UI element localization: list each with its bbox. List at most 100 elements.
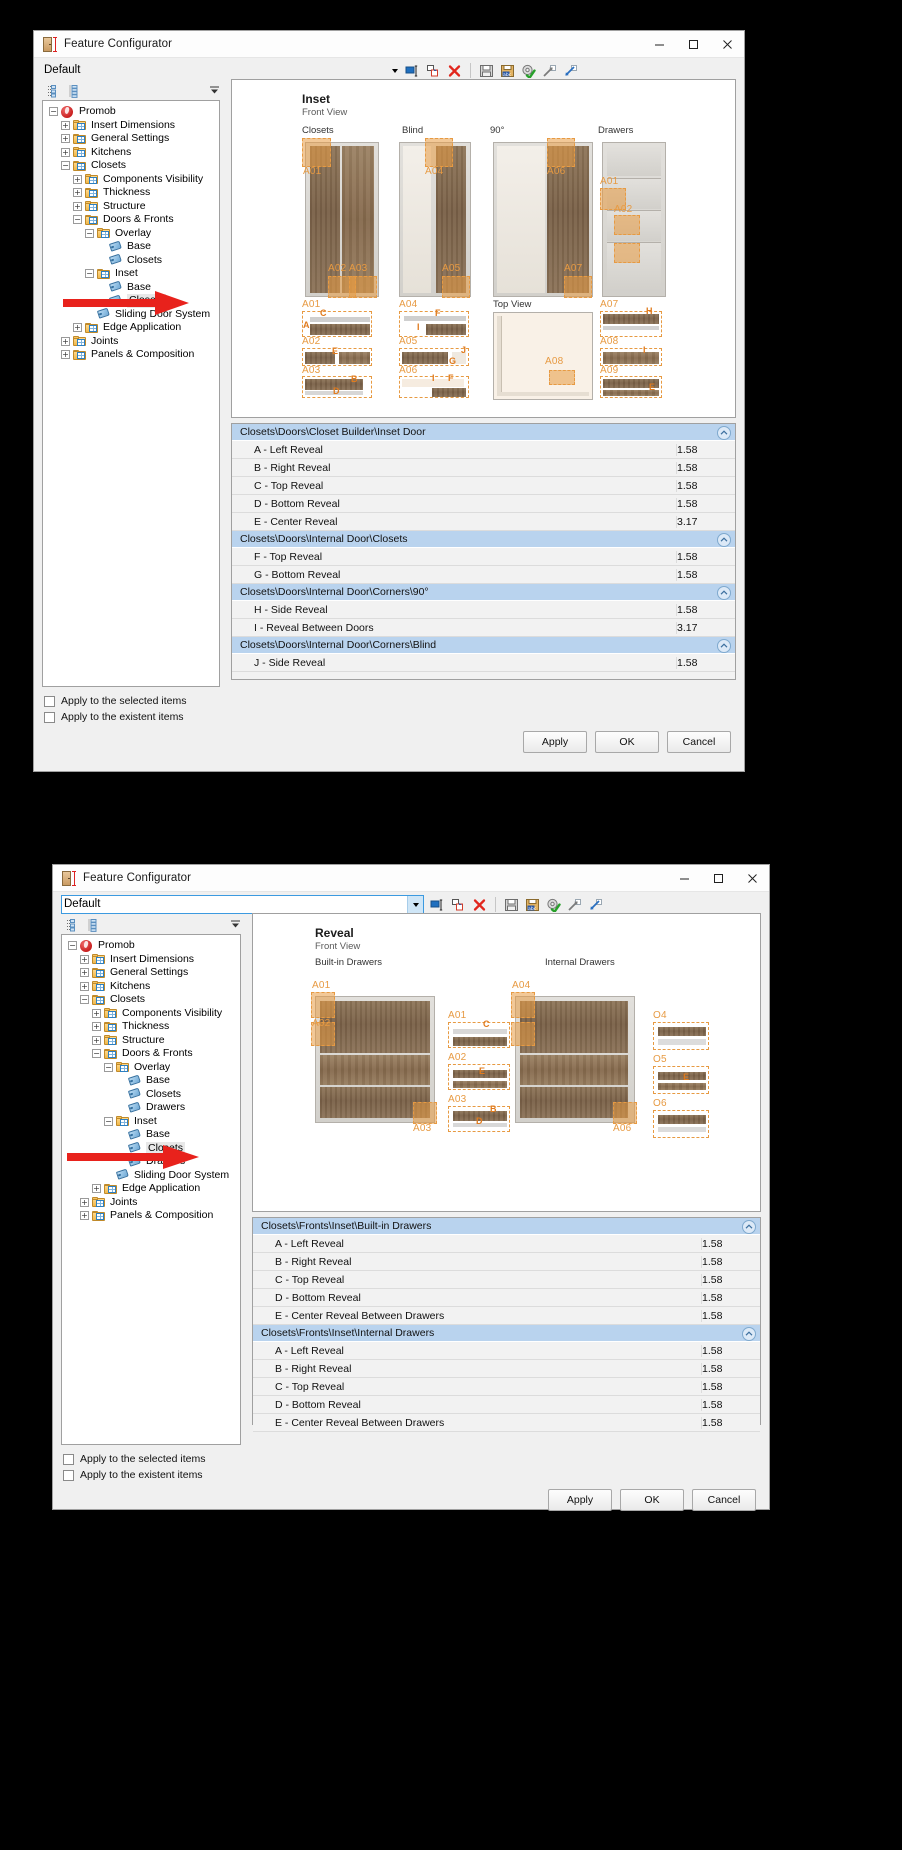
tree-expander[interactable]: + bbox=[61, 120, 70, 130]
chevron-up-icon[interactable] bbox=[742, 1220, 756, 1234]
tree-item-inset[interactable]: − Inset bbox=[43, 267, 219, 281]
property-row[interactable]: H - Side Reveal 1.58 bbox=[232, 601, 735, 619]
property-value[interactable]: 1.58 bbox=[676, 550, 735, 563]
property-value[interactable]: 1.58 bbox=[701, 1380, 760, 1393]
tree-expander[interactable]: + bbox=[92, 1008, 101, 1018]
tree-expander[interactable]: − bbox=[85, 269, 94, 279]
property-group-header[interactable]: Closets\Doors\Internal Door\Corners\90° bbox=[232, 584, 735, 601]
tree-item-kitchens[interactable]: + Kitchens bbox=[43, 146, 219, 160]
cancel-button[interactable]: Cancel bbox=[692, 1489, 756, 1511]
tree-item-joints[interactable]: + Joints bbox=[62, 1196, 240, 1210]
chevron-down-icon[interactable] bbox=[387, 62, 402, 79]
tree-item-promob[interactable]: − Promob bbox=[43, 105, 219, 119]
validate-icon[interactable] bbox=[519, 61, 538, 80]
apply-selected-row[interactable]: Apply to the selected items bbox=[44, 693, 734, 709]
property-value[interactable]: 1.58 bbox=[676, 656, 735, 669]
property-value[interactable]: 3.17 bbox=[676, 621, 735, 634]
maximize-button[interactable] bbox=[701, 865, 735, 891]
property-row[interactable]: A - Left Reveal 1.58 bbox=[232, 441, 735, 459]
save-icon[interactable] bbox=[502, 895, 521, 914]
export-icon[interactable] bbox=[540, 61, 559, 80]
tree-item-base[interactable]: Base bbox=[62, 1128, 240, 1142]
property-value[interactable]: 1.58 bbox=[676, 568, 735, 581]
tree-item-components-visibility[interactable]: + Components Visibility bbox=[43, 173, 219, 187]
collapse-all-icon[interactable] bbox=[66, 919, 79, 932]
property-value[interactable]: 1.58 bbox=[701, 1255, 760, 1268]
save-as-icon[interactable]: abc bbox=[498, 61, 517, 80]
save-as-icon[interactable]: abc bbox=[523, 895, 542, 914]
property-row[interactable]: F - Top Reveal 1.58 bbox=[232, 548, 735, 566]
expand-all-icon[interactable] bbox=[87, 919, 100, 932]
tree-item-doors-fronts[interactable]: − Doors & Fronts bbox=[62, 1047, 240, 1061]
tree-expander[interactable]: − bbox=[49, 107, 58, 117]
tree-expander[interactable]: + bbox=[92, 1035, 101, 1045]
property-row[interactable]: B - Right Reveal 1.58 bbox=[253, 1253, 760, 1271]
property-row[interactable]: A - Left Reveal 1.58 bbox=[253, 1235, 760, 1253]
tree-item-panels-composition[interactable]: + Panels & Composition bbox=[43, 348, 219, 362]
tree-item-inset[interactable]: − Inset bbox=[62, 1115, 240, 1129]
tree-expander[interactable]: − bbox=[61, 161, 70, 171]
property-value[interactable]: 3.17 bbox=[676, 515, 735, 528]
tree-expander[interactable]: − bbox=[104, 1116, 113, 1126]
close-button[interactable] bbox=[710, 31, 744, 57]
apply-existent-row[interactable]: Apply to the existent items bbox=[44, 709, 734, 725]
tree-toolbar[interactable] bbox=[42, 83, 223, 100]
property-value[interactable]: 1.58 bbox=[676, 461, 735, 474]
tree-item-base[interactable]: Base bbox=[43, 240, 219, 254]
chevron-up-icon[interactable] bbox=[717, 639, 731, 653]
apply-selected-checkbox[interactable] bbox=[44, 695, 55, 707]
property-row[interactable]: D - Bottom Reveal 1.58 bbox=[253, 1289, 760, 1307]
tree-item-closets[interactable]: Closets bbox=[43, 254, 219, 268]
tree-expander[interactable]: + bbox=[73, 188, 82, 198]
tree-item-promob[interactable]: − Promob bbox=[62, 939, 240, 953]
tree-item-thickness[interactable]: + Thickness bbox=[43, 186, 219, 200]
apply-selected-checkbox[interactable] bbox=[63, 1453, 74, 1465]
configuration-tree[interactable]: − Promob + Insert Dimensions + General Settin… bbox=[61, 934, 241, 1445]
tree-item-base[interactable]: Base bbox=[62, 1074, 240, 1088]
property-value[interactable]: 1.58 bbox=[701, 1344, 760, 1357]
tree-item-closets[interactable]: − Closets bbox=[43, 159, 219, 173]
property-value[interactable]: 1.58 bbox=[676, 603, 735, 616]
tree-toolbar[interactable] bbox=[61, 917, 244, 934]
tree-expander[interactable]: + bbox=[73, 323, 82, 333]
maximize-button[interactable] bbox=[676, 31, 710, 57]
ok-button[interactable]: OK bbox=[595, 731, 659, 753]
tree-expander[interactable]: + bbox=[61, 336, 70, 346]
property-row[interactable]: G - Bottom Reveal 1.58 bbox=[232, 566, 735, 584]
duplicate-icon[interactable] bbox=[449, 895, 468, 914]
profile-combobox[interactable]: Default bbox=[61, 895, 424, 914]
tree-item-closets[interactable]: Closets bbox=[43, 294, 219, 308]
delete-icon[interactable] bbox=[470, 895, 489, 914]
tree-expander[interactable]: + bbox=[73, 201, 82, 211]
tree-item-structure[interactable]: + Structure bbox=[62, 1034, 240, 1048]
apply-button[interactable]: Apply bbox=[523, 731, 587, 753]
tree-item-sliding-door-system[interactable]: Sliding Door System bbox=[43, 308, 219, 322]
tree-item-edge-application[interactable]: + Edge Application bbox=[62, 1182, 240, 1196]
property-row[interactable]: E - Center Reveal Between Drawers 1.58 bbox=[253, 1414, 760, 1432]
apply-existent-row[interactable]: Apply to the existent items bbox=[63, 1467, 759, 1483]
property-value[interactable]: 1.58 bbox=[701, 1291, 760, 1304]
tree-item-panels-composition[interactable]: + Panels & Composition bbox=[62, 1209, 240, 1223]
chevron-up-icon[interactable] bbox=[717, 426, 731, 440]
property-group-header[interactable]: Closets\Fronts\Inset\Built-in Drawers bbox=[253, 1218, 760, 1235]
tree-item-sliding-door-system[interactable]: Sliding Door System bbox=[62, 1169, 240, 1183]
property-row[interactable]: D - Bottom Reveal 1.58 bbox=[232, 495, 735, 513]
property-value[interactable]: 1.58 bbox=[701, 1398, 760, 1411]
tree-item-thickness[interactable]: + Thickness bbox=[62, 1020, 240, 1034]
apply-existent-checkbox[interactable] bbox=[63, 1469, 74, 1481]
tree-expander[interactable]: + bbox=[61, 350, 70, 360]
tree-item-closets[interactable]: Closets bbox=[62, 1088, 240, 1102]
tree-item-kitchens[interactable]: + Kitchens bbox=[62, 980, 240, 994]
property-row[interactable]: E - Center Reveal 3.17 bbox=[232, 513, 735, 531]
tree-item-closets[interactable]: Closets bbox=[62, 1141, 240, 1155]
chevron-up-icon[interactable] bbox=[717, 586, 731, 600]
property-row[interactable]: E - Center Reveal Between Drawers 1.58 bbox=[253, 1307, 760, 1325]
tree-expander[interactable]: − bbox=[85, 228, 94, 238]
profile-combobox[interactable]: Default bbox=[42, 61, 402, 80]
property-value[interactable]: 1.58 bbox=[701, 1362, 760, 1375]
save-icon[interactable] bbox=[477, 61, 496, 80]
property-value[interactable]: 1.58 bbox=[701, 1237, 760, 1250]
cancel-button[interactable]: Cancel bbox=[667, 731, 731, 753]
tree-item-drawers[interactable]: Drawers bbox=[62, 1155, 240, 1169]
property-row[interactable]: I - Reveal Between Doors 3.17 bbox=[232, 619, 735, 637]
